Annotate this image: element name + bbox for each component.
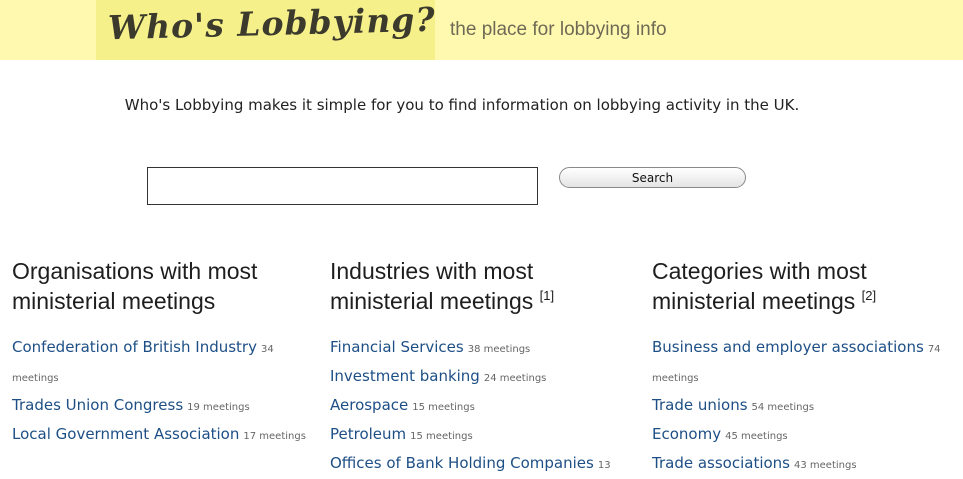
column-heading-text: Categories with most ministerial meeting… bbox=[652, 258, 867, 314]
organisations-list: Confederation of British Industry 34 meet… bbox=[12, 334, 312, 450]
column-heading: Categories with most ministerial meeting… bbox=[652, 256, 963, 334]
category-link[interactable]: Trade unions bbox=[652, 396, 748, 414]
organisation-link[interactable]: Confederation of British Industry bbox=[12, 338, 257, 356]
industry-link[interactable]: Petroleum bbox=[330, 425, 406, 443]
meeting-count: 38 meetings bbox=[467, 344, 531, 355]
search-button[interactable]: Search bbox=[559, 167, 746, 188]
list-item: Trades Union Congress 19 meetings bbox=[12, 392, 312, 421]
meeting-count: 24 meetings bbox=[483, 373, 547, 384]
meeting-count: 19 meetings bbox=[187, 402, 250, 413]
categories-list: Business and employer associations 74 mee… bbox=[652, 334, 963, 479]
intro-text: Who's Lobbying makes it simple for you t… bbox=[124, 96, 800, 114]
industry-link[interactable]: Financial Services bbox=[330, 338, 464, 356]
meeting-count: 45 meetings bbox=[725, 431, 788, 442]
search-input[interactable] bbox=[147, 167, 538, 205]
industry-link[interactable]: Offices of Bank Holding Companies bbox=[330, 454, 594, 472]
meeting-count: 15 meetings bbox=[412, 402, 475, 413]
industries-list: Financial Services 38 meetings Investment… bbox=[330, 334, 635, 479]
footnote-marker[interactable]: [2] bbox=[862, 288, 876, 303]
column-heading: Organisations with most ministerial meet… bbox=[12, 256, 312, 334]
industry-link[interactable]: Investment banking bbox=[330, 367, 480, 385]
list-item: Financial Services 38 meetings bbox=[330, 334, 635, 363]
list-item: Economy 45 meetings bbox=[652, 421, 963, 450]
header-bar: Who's Lobbying? the place for lobbying i… bbox=[0, 0, 963, 60]
column-heading-text: Organisations with most ministerial meet… bbox=[12, 258, 258, 314]
list-item: Trade unions 54 meetings bbox=[652, 392, 963, 421]
list-item: Offices of Bank Holding Companies 13 bbox=[330, 450, 635, 479]
category-link[interactable]: Trade associations bbox=[652, 454, 790, 472]
organisations-column: Organisations with most ministerial meet… bbox=[12, 256, 312, 450]
list-item: Aerospace 15 meetings bbox=[330, 392, 635, 421]
meeting-count: 17 meetings bbox=[243, 431, 306, 442]
site-tagline: the place for lobbying info bbox=[450, 19, 667, 40]
list-item: Local Government Association 17 meetings bbox=[12, 421, 312, 450]
organisation-link[interactable]: Trades Union Congress bbox=[12, 396, 183, 414]
list-item: Petroleum 15 meetings bbox=[330, 421, 635, 450]
industries-column: Industries with most ministerial meeting… bbox=[330, 256, 635, 479]
list-item: Business and employer associations 74 mee… bbox=[652, 334, 963, 392]
organisation-link[interactable]: Local Government Association bbox=[12, 425, 239, 443]
list-item: Investment banking 24 meetings bbox=[330, 363, 635, 392]
category-link[interactable]: Economy bbox=[652, 425, 721, 443]
column-heading-text: Industries with most ministerial meeting… bbox=[330, 258, 534, 314]
industry-link[interactable]: Aerospace bbox=[330, 396, 408, 414]
meeting-count: 43 meetings bbox=[794, 460, 857, 471]
list-item: Trade associations 43 meetings bbox=[652, 450, 963, 479]
category-link[interactable]: Business and employer associations bbox=[652, 338, 924, 356]
meeting-count: 15 meetings bbox=[410, 431, 473, 442]
footnote-marker[interactable]: [1] bbox=[540, 288, 554, 303]
column-heading: Industries with most ministerial meeting… bbox=[330, 256, 635, 334]
list-item: Confederation of British Industry 34 meet… bbox=[12, 334, 312, 392]
meeting-count: 54 meetings bbox=[751, 402, 815, 413]
categories-column: Categories with most ministerial meeting… bbox=[652, 256, 963, 479]
meeting-count: 13 bbox=[597, 460, 611, 471]
